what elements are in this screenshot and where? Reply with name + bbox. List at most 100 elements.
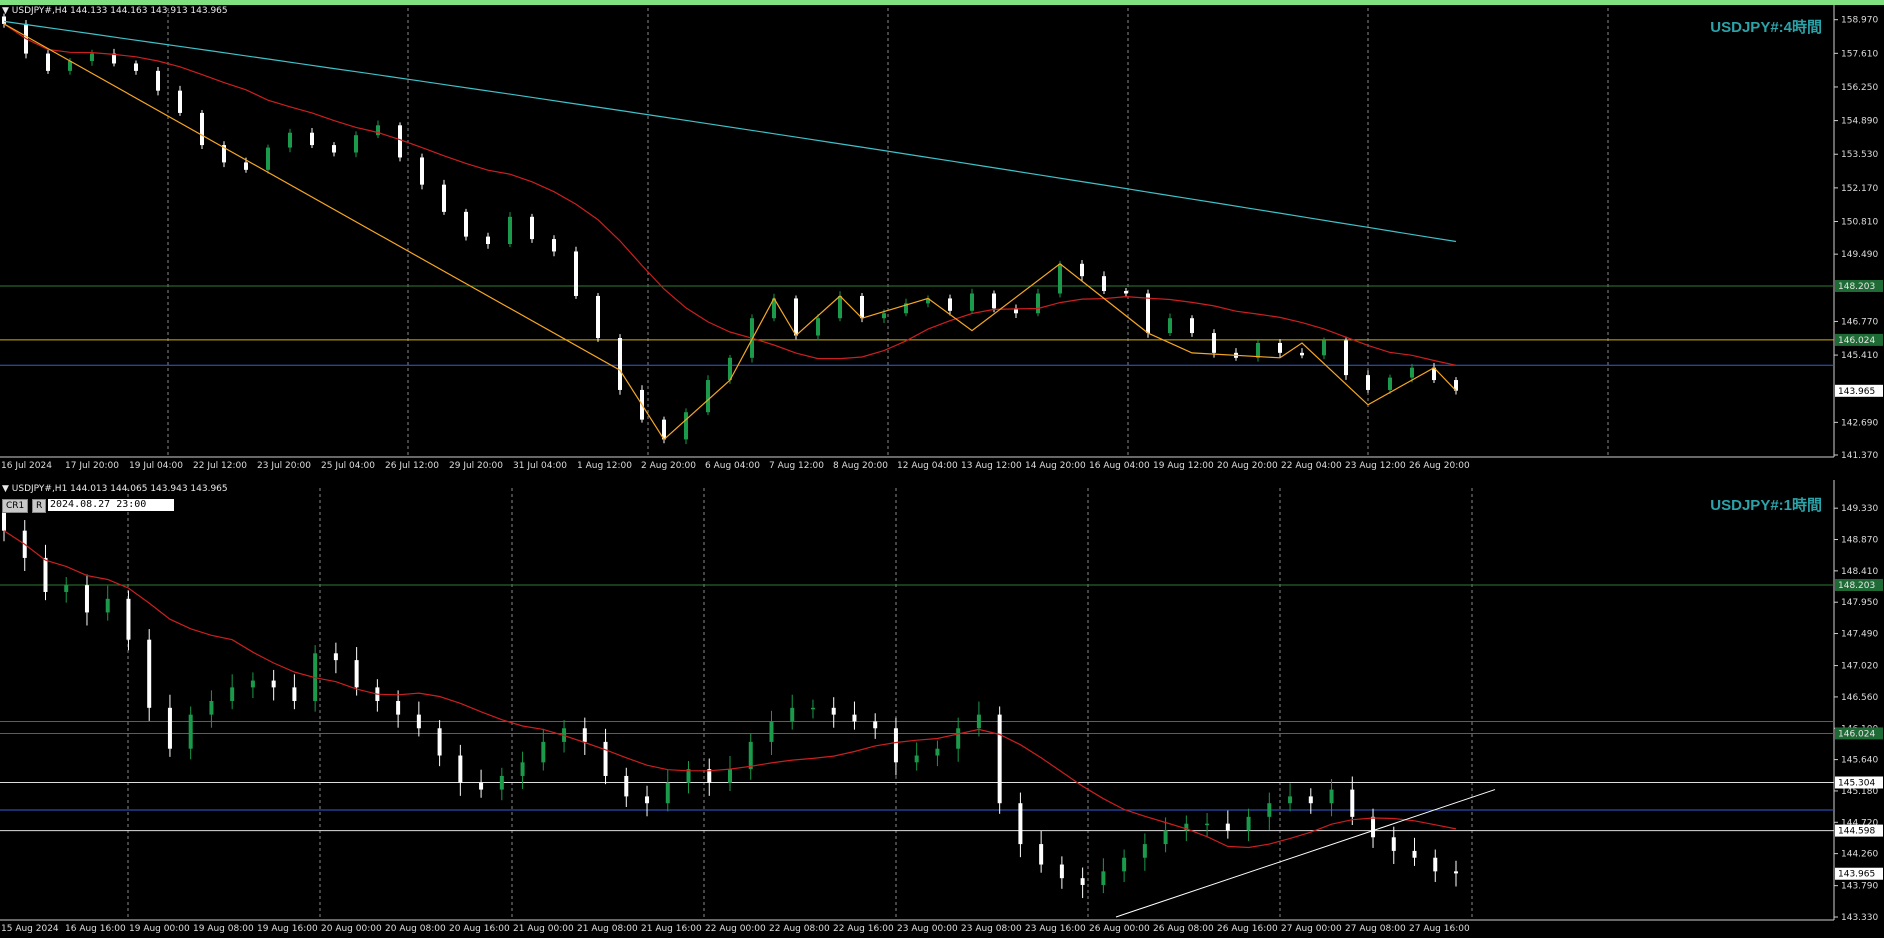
candle-body <box>1371 816 1376 838</box>
time-label: 16 Jul 2024 <box>1 461 52 470</box>
h4-chart-pane[interactable]: 158.970 157.610 156.250 154.890 153.530 152.1… <box>0 0 1884 471</box>
candle-body <box>1410 367 1414 378</box>
price-label: 144.260 <box>1841 850 1878 860</box>
candle-body <box>250 680 255 688</box>
candle-body <box>354 660 359 688</box>
candle-body <box>1163 830 1168 845</box>
price-tag-green_mid: 146.024 <box>1838 729 1875 739</box>
candle-body <box>1225 823 1230 831</box>
time-label: 22 Aug 16:00 <box>833 924 894 934</box>
time-label: 23 Aug 08:00 <box>961 924 1022 934</box>
time-label: 20 Aug 20:00 <box>1217 461 1278 470</box>
time-label: 26 Aug 16:00 <box>1217 924 1278 934</box>
price-label: 158.970 <box>1841 16 1878 26</box>
datetime-field[interactable]: 2024.08.27 23:00 <box>48 499 174 511</box>
h1-chart-canvas[interactable]: 149.330 148.870 148.410 147.950 147.490 147.0… <box>0 480 1884 934</box>
price-label: 154.890 <box>1841 117 1878 127</box>
candle-body <box>310 132 314 146</box>
candle-body <box>1124 291 1128 294</box>
pane-separator[interactable] <box>0 470 1884 480</box>
time-label: 21 Aug 16:00 <box>641 924 702 934</box>
time-label: 27 Aug 08:00 <box>1345 924 1406 934</box>
h4-chart-canvas[interactable]: 158.970 157.610 156.250 154.890 153.530 152.1… <box>0 0 1884 471</box>
candle-body <box>1366 375 1370 390</box>
price-tag-white_top: 145.304 <box>1838 778 1875 788</box>
time-label: 12 Aug 04:00 <box>897 461 958 470</box>
price-label: 142.690 <box>1841 418 1878 428</box>
candle-body <box>486 236 490 245</box>
candle-body <box>1018 803 1023 845</box>
candle-body <box>618 338 622 390</box>
price-label: 148.870 <box>1841 536 1878 546</box>
time-label: 19 Jul 04:00 <box>129 461 183 470</box>
time-label: 23 Aug 16:00 <box>1025 924 1086 934</box>
candle-body <box>288 132 292 148</box>
time-label: 8 Aug 20:00 <box>833 461 888 470</box>
candle-body <box>860 295 864 319</box>
candle-body <box>706 380 710 413</box>
candle-body <box>332 145 336 153</box>
h1-chart-pane[interactable]: 149.330 148.870 148.410 147.950 147.490 147.0… <box>0 480 1884 934</box>
price-label: 149.330 <box>1841 504 1878 514</box>
candle-body <box>398 125 402 158</box>
candle-body <box>1168 318 1172 334</box>
time-label: 26 Aug 20:00 <box>1409 461 1470 470</box>
time-label: 23 Aug 12:00 <box>1345 461 1406 470</box>
price-tag-current: 143.965 <box>1838 387 1875 397</box>
time-label: 22 Aug 04:00 <box>1281 461 1342 470</box>
price-label: 147.950 <box>1841 598 1878 608</box>
candle-body <box>1102 276 1106 292</box>
price-label: 157.610 <box>1841 49 1878 59</box>
price-label: 147.490 <box>1841 630 1878 640</box>
candle-body <box>1205 823 1210 826</box>
h4-chart-header: ▼ USDJPY#,H4 144.133 144.163 143.913 143… <box>2 6 228 16</box>
time-label: 20 Aug 00:00 <box>321 924 382 934</box>
candle-body <box>816 318 820 336</box>
ma-long-cyan <box>3 20 1457 243</box>
candle-body <box>1329 789 1334 804</box>
candle-body <box>1433 857 1438 872</box>
time-label: 26 Aug 00:00 <box>1089 924 1150 934</box>
candle-body <box>1246 816 1251 831</box>
candle-body <box>914 755 919 763</box>
collapse-triangle-icon[interactable]: ▼ <box>2 484 9 494</box>
candle-body <box>266 147 270 170</box>
candle-body <box>794 298 798 336</box>
candle-body <box>624 775 629 797</box>
price-label: 141.370 <box>1841 451 1878 461</box>
candle-body <box>90 53 94 61</box>
collapse-triangle-icon[interactable]: ▼ <box>2 6 9 16</box>
candle-body <box>810 707 815 710</box>
time-label: 6 Aug 04:00 <box>705 461 760 470</box>
time-label: 2 Aug 20:00 <box>641 461 696 470</box>
time-label: 26 Jul 12:00 <box>385 461 439 470</box>
candle-body <box>64 585 69 592</box>
candle-body <box>167 707 172 749</box>
candle-body <box>458 755 463 783</box>
time-label: 29 Jul 20:00 <box>449 461 503 470</box>
cr1-button[interactable]: CR1 <box>2 499 29 513</box>
r-button[interactable]: R <box>32 499 47 513</box>
candle-body <box>1058 263 1062 294</box>
candle-body <box>1036 293 1040 314</box>
candle-body <box>105 598 110 613</box>
time-label: 21 Aug 08:00 <box>577 924 638 934</box>
price-label: 156.250 <box>1841 83 1878 93</box>
candle-body <box>873 721 878 729</box>
candle-body <box>748 741 753 770</box>
candle-body <box>1288 796 1293 804</box>
price-tag-green_top: 148.203 <box>1838 581 1875 591</box>
price-label: 146.770 <box>1841 317 1878 327</box>
candle-body <box>645 796 650 804</box>
time-label: 23 Aug 00:00 <box>897 924 958 934</box>
candle-body <box>852 714 857 722</box>
time-label: 21 Aug 00:00 <box>513 924 574 934</box>
price-tag-white_bottom: 144.598 <box>1838 827 1875 837</box>
time-label: 31 Jul 04:00 <box>513 461 567 470</box>
candle-body <box>1300 352 1304 356</box>
candle-body <box>992 293 996 309</box>
price-label: 143.790 <box>1841 882 1878 892</box>
candle-body <box>956 728 961 749</box>
candle-body <box>464 211 468 237</box>
candle-body <box>935 748 940 756</box>
